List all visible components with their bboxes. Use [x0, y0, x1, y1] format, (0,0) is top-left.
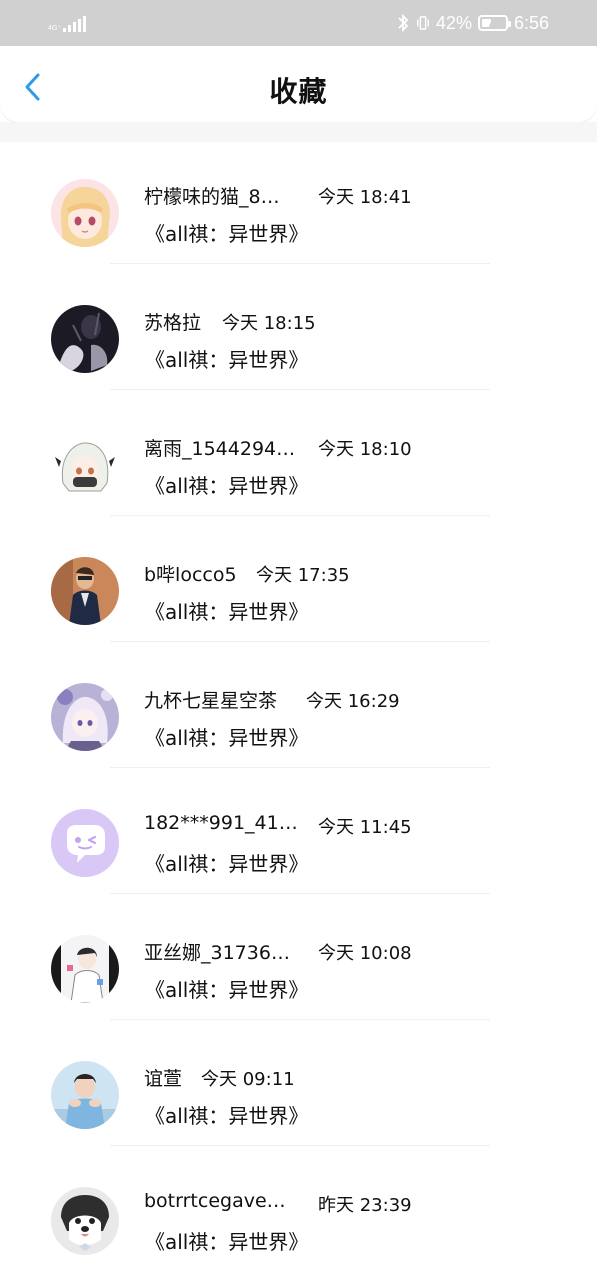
divider	[110, 767, 490, 768]
app-header: 收藏	[0, 46, 597, 122]
list-item[interactable]: 九杯七星星空茶 今天 16:29 《all祺：异世界》	[0, 646, 597, 772]
work-title: 《all祺：异世界》	[145, 1230, 309, 1254]
default-chat-avatar-icon[interactable]	[51, 809, 119, 877]
list-item[interactable]: 离雨_1544294… 今天 18:10 《all祺：异世界》	[0, 394, 597, 520]
anime-girl-avatar-icon[interactable]	[51, 179, 119, 247]
clock: 6:56	[513, 12, 549, 33]
list-item[interactable]: b哔locco5 今天 17:35 《all祺：异世界》	[0, 520, 597, 646]
list-item[interactable]: 柠檬味的猫_8… 今天 18:41 《all祺：异世界》	[0, 142, 597, 268]
timestamp: 今天 16:29	[306, 691, 400, 712]
divider	[110, 893, 490, 894]
man-photo-avatar-icon[interactable]	[51, 557, 119, 625]
signal-icon	[63, 16, 87, 32]
divider	[110, 1145, 490, 1146]
user-name: 柠檬味的猫_8…	[144, 186, 280, 208]
user-name: 谊萱	[144, 1068, 183, 1090]
divider	[110, 263, 490, 264]
timestamp: 今天 11:45	[318, 817, 412, 838]
page-title: 收藏	[269, 75, 328, 108]
divider	[110, 389, 490, 390]
vibrate-icon	[416, 16, 429, 30]
boy-photo-avatar-icon[interactable]	[51, 1061, 119, 1129]
sketch-avatar-icon[interactable]	[51, 935, 119, 1003]
status-bar: 4G⁺ 42% 6:56	[0, 0, 597, 46]
dog-avatar-icon[interactable]	[51, 1187, 119, 1255]
work-title: 《all祺：异世界》	[145, 726, 309, 750]
divider	[110, 1019, 490, 1020]
timestamp: 昨天 23:39	[318, 1195, 412, 1216]
user-name: b哔locco5	[144, 564, 237, 586]
timestamp: 今天 17:35	[256, 565, 350, 586]
divider	[110, 515, 490, 516]
user-name: 苏格拉	[144, 312, 202, 334]
user-name: 离雨_1544294…	[144, 438, 296, 460]
work-title: 《all祺：异世界》	[145, 222, 309, 246]
list-item[interactable]: botrrtcegave… 昨天 23:39 《all祺：异世界》	[0, 1150, 597, 1276]
bluetooth-icon	[398, 13, 409, 33]
anime-avatar-icon[interactable]	[51, 683, 119, 751]
status-right: 42% 6:56	[396, 12, 549, 34]
favorites-list: 柠檬味的猫_8… 今天 18:41 《all祺：异世界》 苏格拉 今天 18:1…	[0, 142, 597, 1276]
timestamp: 今天 09:11	[201, 1069, 295, 1090]
work-title: 《all祺：异世界》	[145, 852, 309, 876]
timestamp: 今天 18:41	[318, 187, 412, 208]
work-title: 《all祺：异世界》	[145, 600, 309, 624]
work-title: 《all祺：异世界》	[145, 348, 309, 372]
battery-icon	[477, 15, 511, 31]
user-name: 九杯七星星空茶	[144, 690, 278, 712]
timestamp: 今天 18:10	[318, 439, 412, 460]
list-item[interactable]: 亚丝娜_31736… 今天 10:08 《all祺：异世界》	[0, 898, 597, 1024]
list-item[interactable]: 苏格拉 今天 18:15 《all祺：异世界》	[0, 268, 597, 394]
network-type: 4G⁺	[48, 25, 62, 32]
dark-photo-avatar-icon[interactable]	[51, 305, 119, 373]
list-item[interactable]: 182***991_41… 今天 11:45 《all祺：异世界》	[0, 772, 597, 898]
battery-percent: 42%	[435, 12, 472, 33]
divider	[110, 641, 490, 642]
work-title: 《all祺：异世界》	[145, 978, 309, 1002]
signal-group: 4G⁺	[48, 12, 87, 32]
header-separator	[0, 122, 597, 142]
list-item[interactable]: 谊萱 今天 09:11 《all祺：异世界》	[0, 1024, 597, 1150]
user-name: botrrtcegave…	[144, 1190, 286, 1212]
work-title: 《all祺：异世界》	[145, 1104, 309, 1128]
work-title: 《all祺：异世界》	[145, 474, 309, 498]
white-hair-avatar-icon[interactable]	[51, 431, 119, 499]
user-name: 亚丝娜_31736…	[144, 942, 290, 964]
user-name: 182***991_41…	[144, 812, 298, 834]
timestamp: 今天 18:15	[222, 313, 316, 334]
timestamp: 今天 10:08	[318, 943, 412, 964]
